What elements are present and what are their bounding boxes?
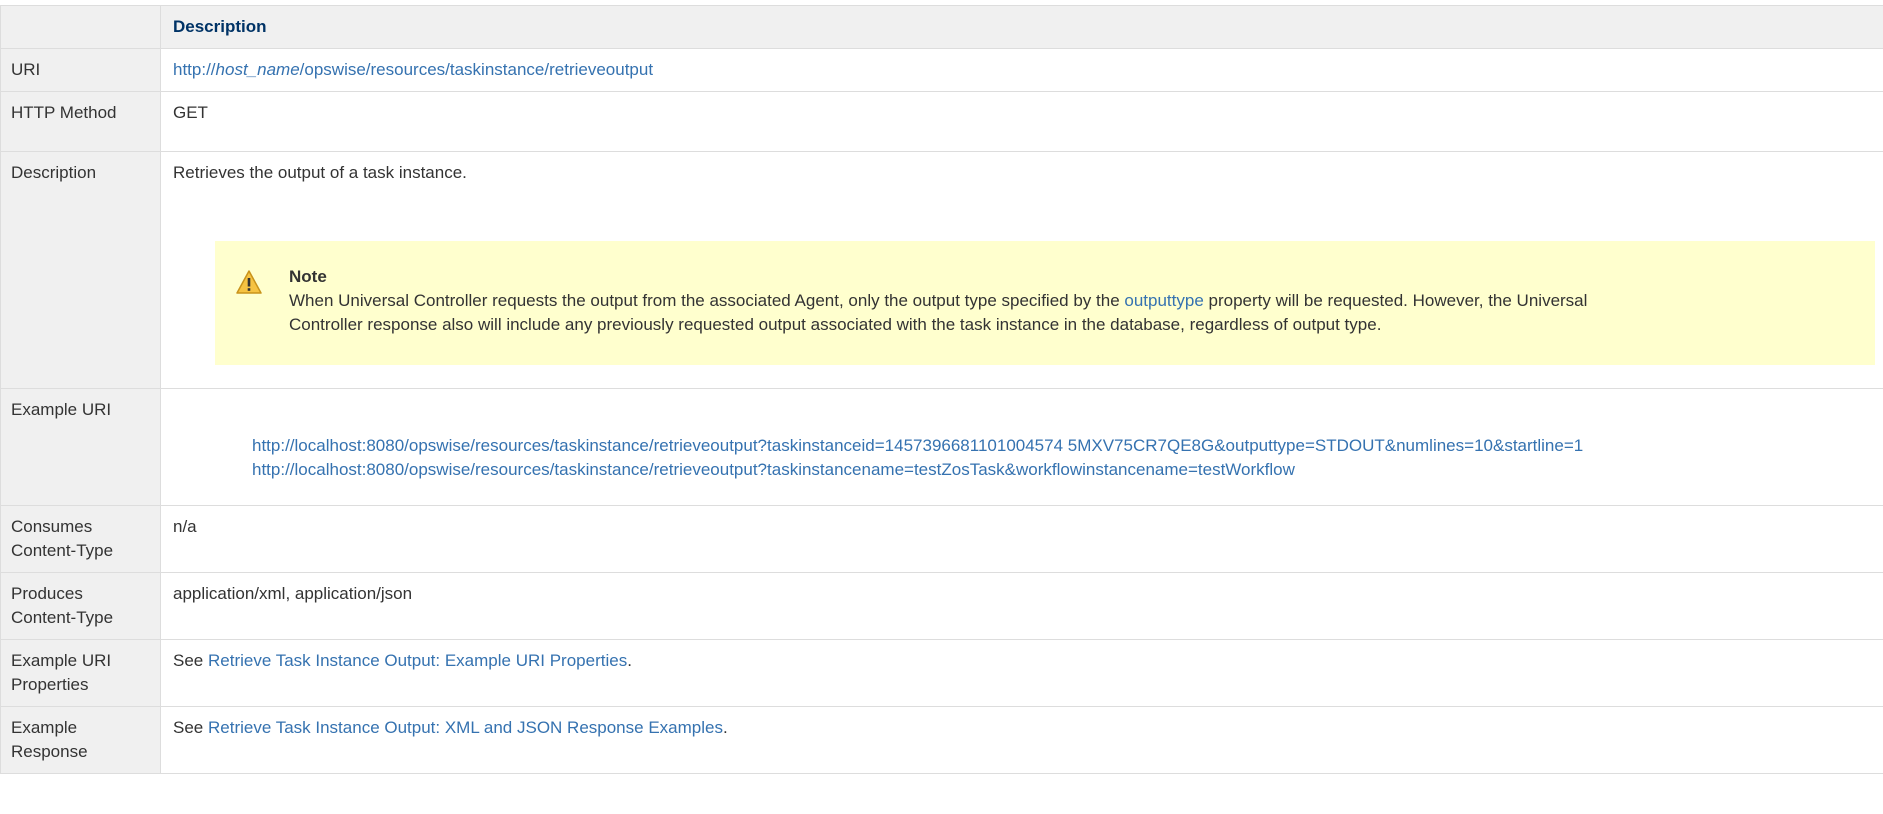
note-line-2: Controller response also will include an…	[289, 315, 1382, 334]
row-produces: Produces Content-Type application/xml, a…	[0, 572, 1883, 640]
uri-prefix: http://	[173, 60, 216, 79]
row-value-example-uri-properties: See Retrieve Task Instance Output: Examp…	[160, 639, 1883, 707]
period-text: .	[722, 718, 728, 737]
description-text: Retrieves the output of a task instance.	[173, 163, 467, 182]
row-value-consumes: n/a	[160, 505, 1883, 573]
row-value-http-method: GET	[160, 91, 1883, 152]
row-label-consumes: Consumes Content-Type	[0, 505, 161, 573]
row-uri: URI http://host_name/opswise/resources/t…	[0, 48, 1883, 92]
outputtype-link[interactable]: outputtype	[1124, 291, 1203, 310]
list-item: http://localhost:8080/opswise/resources/…	[252, 458, 1875, 482]
note-line-1-start: When Universal Controller requests the o…	[289, 291, 1125, 310]
period-text: .	[627, 651, 632, 670]
row-value-uri: http://host_name/opswise/resources/taski…	[160, 48, 1883, 92]
api-reference-table: Description URI http://host_name/opswise…	[0, 5, 1883, 774]
row-value-example-response: See Retrieve Task Instance Output: XML a…	[160, 706, 1883, 774]
note-line-1: When Universal Controller requests the o…	[289, 289, 1855, 313]
http-method-label-text: HTTP Method	[11, 103, 117, 122]
list-item: http://localhost:8080/opswise/resources/…	[252, 434, 1875, 458]
row-example-response: Example Response See Retrieve Task Insta…	[0, 706, 1883, 774]
header-description-cell: Description	[160, 5, 1883, 49]
uri-path: /opswise/resources/taskinstance/retrieve…	[299, 60, 654, 79]
row-description: Description Retrieves the output of a ta…	[0, 151, 1883, 389]
row-value-produces: application/xml, application/json	[160, 572, 1883, 640]
example-uri-list: http://localhost:8080/opswise/resources/…	[173, 434, 1875, 482]
example-response-link[interactable]: Retrieve Task Instance Output: XML and J…	[208, 718, 723, 737]
uri-link[interactable]: http://host_name/opswise/resources/taski…	[173, 60, 653, 79]
row-example-uri-properties: Example URI Properties See Retrieve Task…	[0, 639, 1883, 707]
see-text: See	[173, 718, 208, 737]
row-label-produces: Produces Content-Type	[0, 572, 161, 640]
see-text: See	[173, 651, 208, 670]
example-uri-properties-link[interactable]: Retrieve Task Instance Output: Example U…	[208, 651, 627, 670]
row-example-uri: Example URI http://localhost:8080/opswis…	[0, 388, 1883, 506]
table-header-row: Description	[0, 5, 1883, 49]
row-label-example-response: Example Response	[0, 706, 161, 774]
api-table-wrapper: Description URI http://host_name/opswise…	[0, 5, 1883, 774]
uri-host: host_name	[215, 60, 300, 79]
note-title: Note	[289, 267, 327, 286]
row-label-http-method: HTTP Method	[0, 91, 161, 152]
row-value-example-uri: http://localhost:8080/opswise/resources/…	[160, 388, 1883, 506]
note-line-1-end: property will be requested. However, the…	[1203, 291, 1588, 310]
row-label-example-uri: Example URI	[0, 388, 161, 506]
example-uri-link-1[interactable]: http://localhost:8080/opswise/resources/…	[252, 436, 1583, 455]
example-uri-link-2[interactable]: http://localhost:8080/opswise/resources/…	[252, 460, 1295, 479]
row-label-example-uri-properties: Example URI Properties	[0, 639, 161, 707]
note-panel: Note When Universal Controller requests …	[215, 241, 1875, 365]
warning-icon	[236, 270, 262, 294]
row-value-description: Retrieves the output of a task instance.…	[160, 151, 1883, 389]
row-http-method: HTTP Method GET	[0, 91, 1883, 152]
row-label-uri: URI	[0, 48, 161, 92]
header-blank-cell	[0, 5, 161, 49]
row-consumes: Consumes Content-Type n/a	[0, 505, 1883, 573]
row-label-description: Description	[0, 151, 161, 389]
